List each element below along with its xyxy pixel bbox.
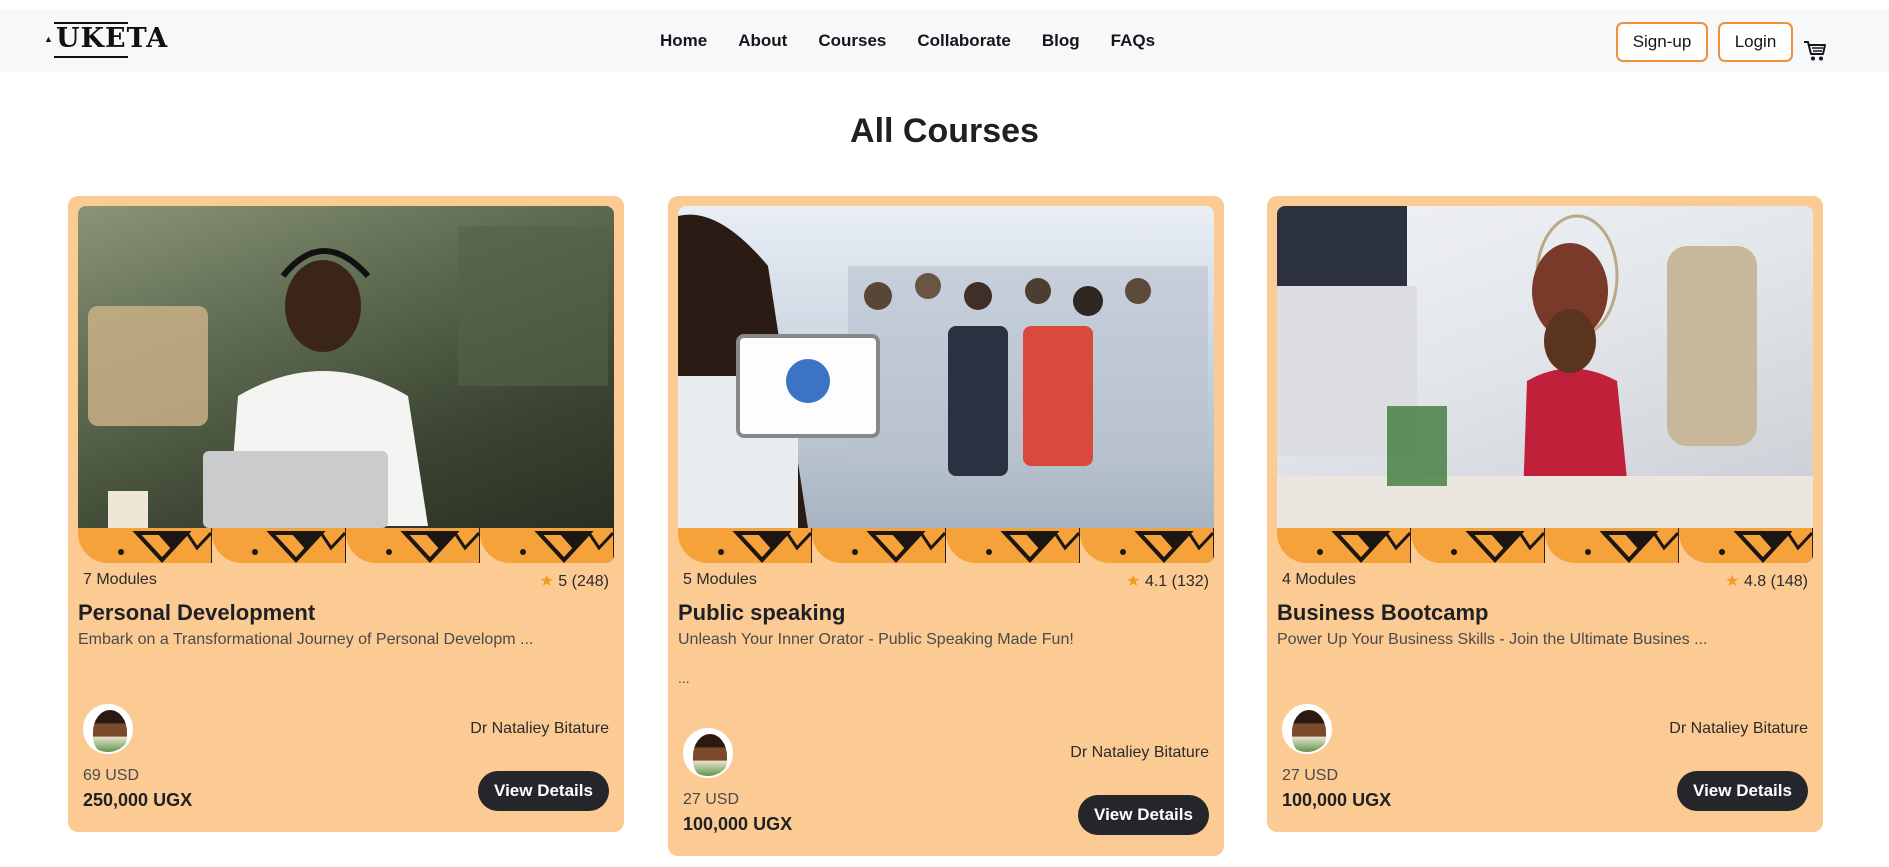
module-count: 4 Modules — [1282, 571, 1356, 588]
decorative-pattern-band — [678, 528, 1214, 563]
instructor-avatar — [683, 728, 733, 778]
course-meta: 5 Modules ★ 4.1 (132) — [683, 571, 1209, 591]
course-title[interactable]: Personal Development — [78, 600, 315, 626]
rating-value: 4.1 (132) — [1144, 573, 1209, 590]
course-image — [678, 206, 1214, 563]
top-navbar: ▲ UKETA ▼ Home About Courses Collaborate… — [0, 10, 1889, 72]
instructor-avatar — [1282, 704, 1332, 754]
view-details-button[interactable]: View Details — [1677, 771, 1808, 811]
course-description: Unleash Your Inner Orator - Public Speak… — [678, 631, 1074, 648]
nav-link-home[interactable]: Home — [660, 31, 707, 51]
star-icon: ★ — [1126, 573, 1141, 590]
course-rating: ★ 4.8 (148) — [1725, 571, 1808, 591]
price-usd: 27 USD — [1282, 767, 1339, 784]
star-icon: ★ — [539, 573, 554, 590]
price-ugx: 100,000 UGX — [683, 814, 793, 834]
course-photo — [678, 206, 1214, 529]
course-title[interactable]: Public speaking — [678, 600, 846, 626]
rating-value: 4.8 (148) — [1743, 573, 1808, 590]
instructor-name: Dr Nataliey Bitature — [470, 720, 609, 737]
course-description-more: ... — [678, 670, 690, 686]
photo-illustration — [1277, 206, 1813, 528]
decorative-pattern-band — [1277, 528, 1813, 563]
nav-link-blog[interactable]: Blog — [1042, 31, 1080, 51]
photo-illustration — [88, 226, 608, 528]
nav-link-about[interactable]: About — [738, 31, 787, 51]
course-image — [1277, 206, 1813, 563]
logo-text: UKETA — [56, 23, 169, 54]
course-photo — [1277, 206, 1813, 528]
course-title[interactable]: Business Bootcamp — [1277, 600, 1489, 626]
price-usd: 69 USD — [83, 767, 140, 784]
instructor-name: Dr Nataliey Bitature — [1070, 744, 1209, 761]
cart-icon[interactable] — [1803, 40, 1827, 62]
price-ugx: 250,000 UGX — [83, 790, 193, 810]
signup-button[interactable]: Sign-up — [1616, 22, 1708, 62]
brand-logo[interactable]: ▲ UKETA ▼ — [44, 20, 167, 62]
module-count: 7 Modules — [83, 571, 157, 588]
course-rating: ★ 5 (248) — [540, 571, 610, 591]
instructor-name: Dr Nataliey Bitature — [1669, 720, 1808, 737]
course-photo — [78, 206, 614, 528]
star-icon: ★ — [1725, 573, 1740, 590]
price-usd: 27 USD — [683, 791, 740, 808]
main-nav: Home About Courses Collaborate Blog FAQs — [660, 10, 1155, 72]
nav-link-courses[interactable]: Courses — [818, 31, 886, 51]
logo-triangle-left-icon: ▲ — [44, 34, 53, 44]
decorative-pattern-band — [78, 528, 614, 563]
view-details-button[interactable]: View Details — [478, 771, 609, 811]
view-details-button[interactable]: View Details — [1078, 795, 1209, 835]
logo-triangle-right-icon: ▼ — [132, 34, 141, 44]
nav-link-collaborate[interactable]: Collaborate — [917, 31, 1011, 51]
nav-link-faqs[interactable]: FAQs — [1111, 31, 1155, 51]
photo-illustration — [678, 214, 1208, 529]
course-meta: 4 Modules ★ 4.8 (148) — [1282, 571, 1808, 591]
course-description: Embark on a Transformational Journey of … — [78, 631, 534, 648]
course-card[interactable]: 7 Modules ★ 5 (248) Personal Development… — [68, 196, 624, 832]
course-image — [78, 206, 614, 563]
instructor-avatar — [83, 704, 133, 754]
page-title: All Courses — [850, 112, 1039, 150]
course-rating: ★ 4.1 (132) — [1126, 571, 1209, 591]
course-description: Power Up Your Business Skills - Join the… — [1277, 631, 1708, 648]
login-button[interactable]: Login — [1718, 22, 1793, 62]
price-ugx: 100,000 UGX — [1282, 790, 1392, 810]
course-meta: 7 Modules ★ 5 (248) — [83, 571, 609, 591]
course-card[interactable]: 4 Modules ★ 4.8 (148) Business Bootcamp … — [1267, 196, 1823, 832]
module-count: 5 Modules — [683, 571, 757, 588]
course-card[interactable]: 5 Modules ★ 4.1 (132) Public speaking Un… — [668, 196, 1224, 856]
logo-rule-bottom — [54, 56, 128, 58]
rating-value: 5 (248) — [558, 573, 609, 590]
